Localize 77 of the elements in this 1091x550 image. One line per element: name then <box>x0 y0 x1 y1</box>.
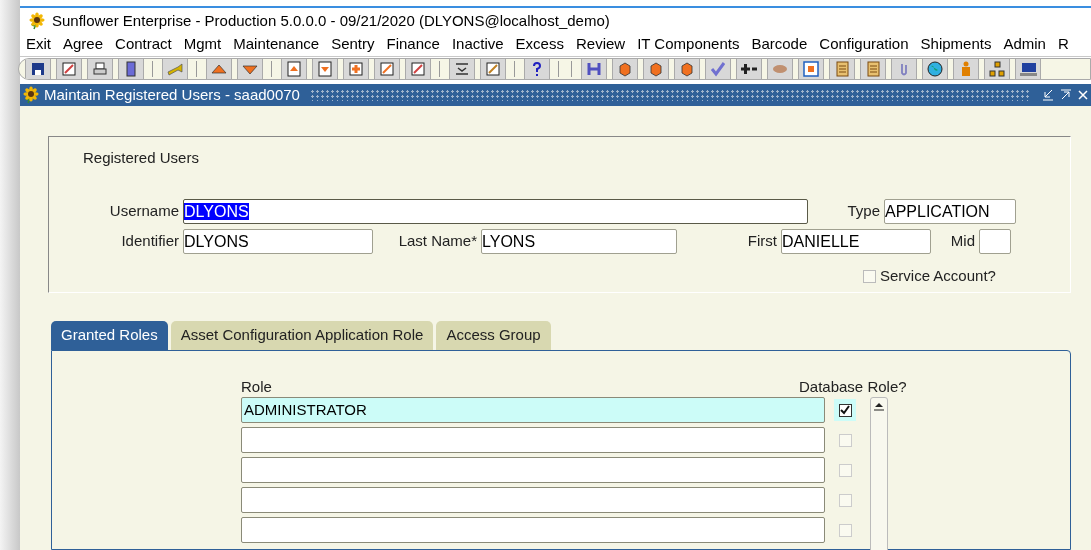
column-header: Database Role? <box>799 377 907 397</box>
menu-item[interactable]: Inactive <box>451 33 504 56</box>
role-field[interactable] <box>241 427 825 453</box>
field-value: DANIELLE <box>782 233 860 250</box>
edit-page-icon <box>409 59 427 78</box>
field-label: Last Name* <box>397 231 477 252</box>
document-icon <box>833 59 851 78</box>
menu-item[interactable]: Finance <box>386 33 440 56</box>
toolbar-button[interactable] <box>25 58 51 79</box>
field-value: DLYONS <box>184 233 249 250</box>
text-field[interactable]: LYONS <box>481 229 677 254</box>
toolbar-button[interactable] <box>736 58 762 79</box>
role-field[interactable] <box>241 457 825 483</box>
menu-item[interactable]: R <box>1057 33 1069 56</box>
sunflower-icon <box>22 86 40 104</box>
checkbox-label: Service Account? <box>880 266 996 286</box>
field-label: Type <box>846 201 880 222</box>
globe-icon <box>926 59 944 78</box>
toolbar-button[interactable] <box>922 58 948 79</box>
field-value: DLYONS <box>184 203 249 220</box>
scroll-up-icon[interactable] <box>873 401 885 411</box>
toolbar-button[interactable] <box>118 58 144 79</box>
insert-record-below-icon <box>316 59 334 78</box>
maximize-icon[interactable] <box>1059 88 1073 102</box>
insert-record-above-icon <box>285 59 303 78</box>
role-value: ADMINISTRATOR <box>244 399 367 420</box>
checkbox[interactable] <box>838 403 852 417</box>
sunflower-icon <box>28 11 46 30</box>
menu-item[interactable]: Admin <box>1003 33 1046 56</box>
field-value: LYONS <box>482 233 536 250</box>
tab[interactable]: Access Group <box>436 321 551 350</box>
menu-item[interactable]: Exit <box>26 33 51 56</box>
toolbar-button[interactable] <box>1015 58 1041 79</box>
minimize-icon[interactable] <box>1041 88 1055 102</box>
app-title: Sunflower Enterprise - Production 5.0.0.0 - 09/21/2020 (DLYONS@localhost_demo) <box>52 10 610 31</box>
menu-item[interactable]: Excess <box>515 33 564 56</box>
text-field[interactable]: DANIELLE <box>781 229 931 254</box>
menu-item[interactable]: IT Components <box>637 33 740 56</box>
text-field[interactable]: DLYONS <box>183 199 808 224</box>
checkbox[interactable] <box>863 269 876 283</box>
menu-item[interactable]: Configuration <box>819 33 909 56</box>
toolbar-button[interactable] <box>87 58 113 79</box>
field-value: APPLICATION <box>885 203 990 220</box>
menu-item[interactable]: Shipments <box>920 33 992 56</box>
document-icon <box>864 59 882 78</box>
tab[interactable]: Granted Roles <box>51 321 168 350</box>
menu-item[interactable]: Barcode <box>751 33 808 56</box>
menu-item[interactable]: Sentry <box>331 33 375 56</box>
field-label: Mid <box>949 231 975 252</box>
checkmark-icon <box>709 59 727 78</box>
role-field[interactable] <box>241 517 825 543</box>
text-field[interactable]: APPLICATION <box>884 199 1016 224</box>
menu-item[interactable]: Agree <box>63 33 104 56</box>
field-label: First <box>746 231 777 252</box>
column-header: Role <box>241 377 272 397</box>
hierarchy-icon <box>988 59 1006 78</box>
group-title: Registered Users <box>83 148 199 168</box>
edit-page-icon <box>60 59 78 78</box>
menu-item[interactable]: Mgmt <box>183 33 222 56</box>
toolbar-button[interactable] <box>524 58 550 79</box>
add-record-icon <box>347 59 365 78</box>
menu-item[interactable]: Maintenance <box>233 33 320 56</box>
menu-item[interactable]: Contract <box>115 33 172 56</box>
text-field[interactable]: DLYONS <box>183 229 373 254</box>
menu-item[interactable]: Review <box>575 33 626 56</box>
role-field[interactable]: ADMINISTRATOR <box>241 397 825 423</box>
role-field[interactable] <box>241 487 825 513</box>
field-label: Username <box>108 201 179 222</box>
close-icon[interactable] <box>1077 89 1089 101</box>
printer-icon <box>91 59 109 78</box>
window-title: Maintain Registered Users - saad0070 <box>44 84 300 105</box>
text-field[interactable] <box>979 229 1011 254</box>
tab[interactable]: Asset Configuration Application Role <box>170 321 434 350</box>
edit-record-icon <box>378 59 396 78</box>
field-label: Identifier <box>120 231 179 252</box>
toolbar-button[interactable] <box>984 58 1010 79</box>
scrollbar[interactable] <box>870 397 888 550</box>
